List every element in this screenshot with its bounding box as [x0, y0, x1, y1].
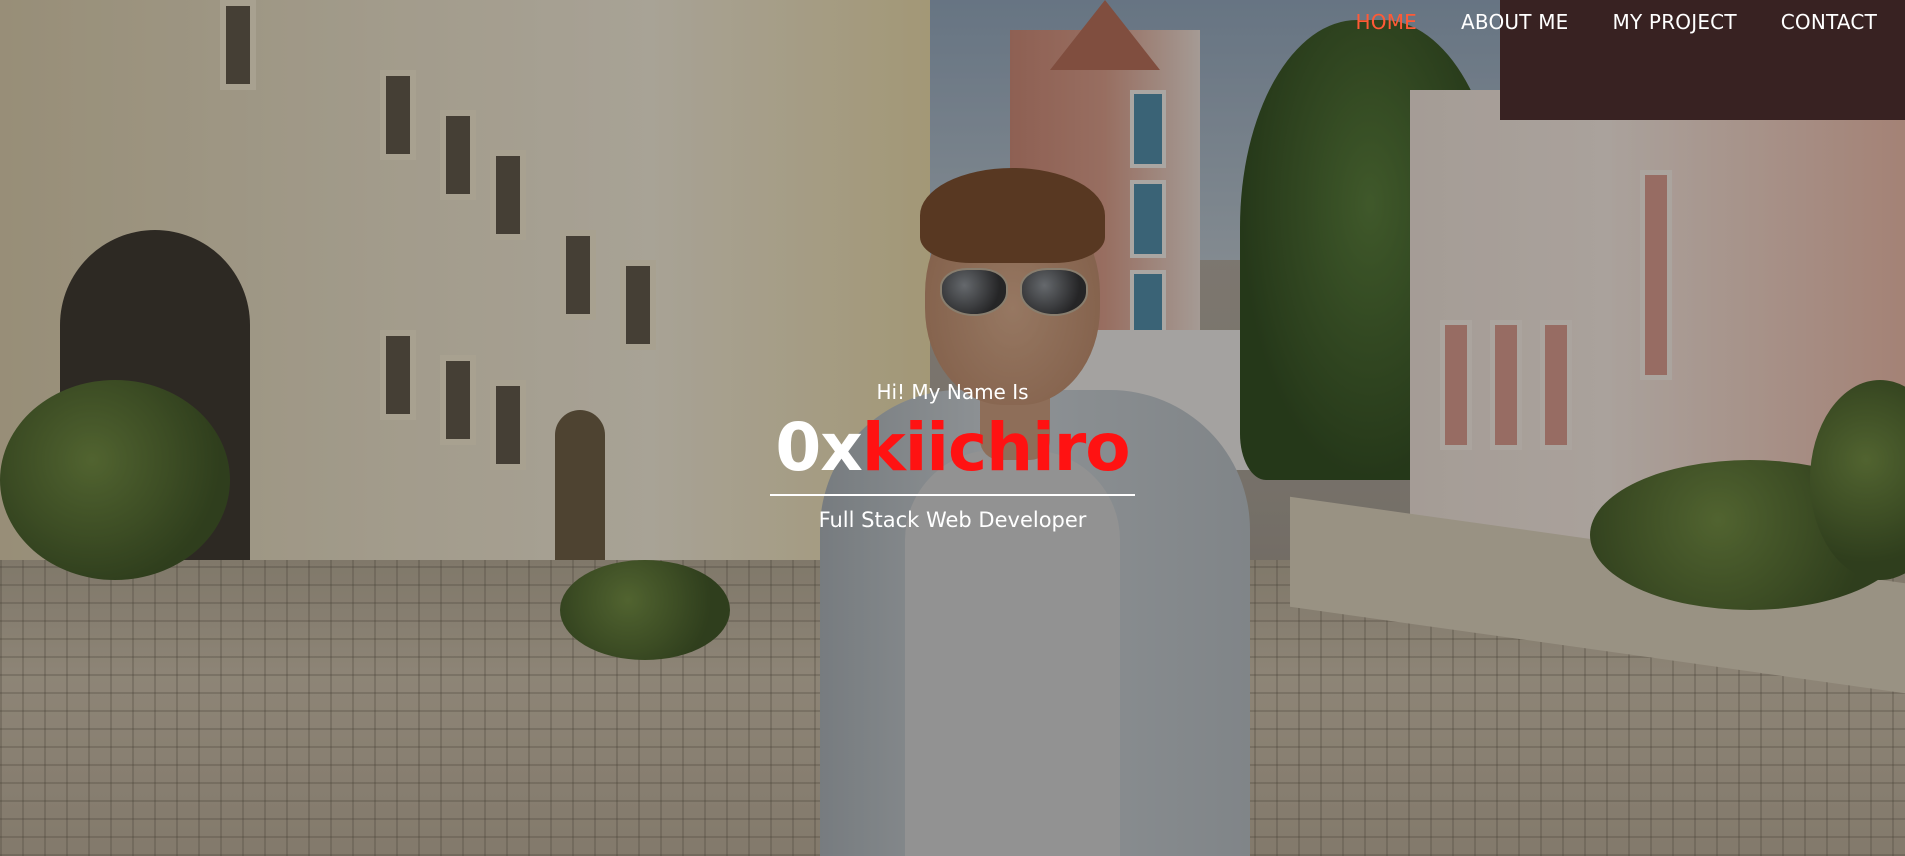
name-highlight: kiichiro — [861, 409, 1131, 486]
role-subtitle: Full Stack Web Developer — [818, 508, 1087, 532]
divider-line — [770, 494, 1135, 496]
name-heading: 0xkiichiro — [770, 408, 1135, 488]
name-prefix: 0x — [775, 409, 862, 486]
nav-item-home[interactable]: HOME — [1356, 10, 1417, 34]
nav-item-about-me[interactable]: ABOUT ME — [1461, 10, 1569, 34]
nav-item-my-project[interactable]: MY PROJECT — [1613, 10, 1737, 34]
greeting-text: Hi! My Name Is — [876, 380, 1029, 404]
nav-item-contact[interactable]: CONTACT — [1781, 10, 1877, 34]
intro-block: Hi! My Name Is 0xkiichiro Full Stack Web… — [770, 378, 1135, 534]
hero-section: HOME ABOUT ME MY PROJECT CONTACT Hi! My … — [0, 0, 1905, 856]
top-navigation: HOME ABOUT ME MY PROJECT CONTACT — [1312, 0, 1905, 44]
